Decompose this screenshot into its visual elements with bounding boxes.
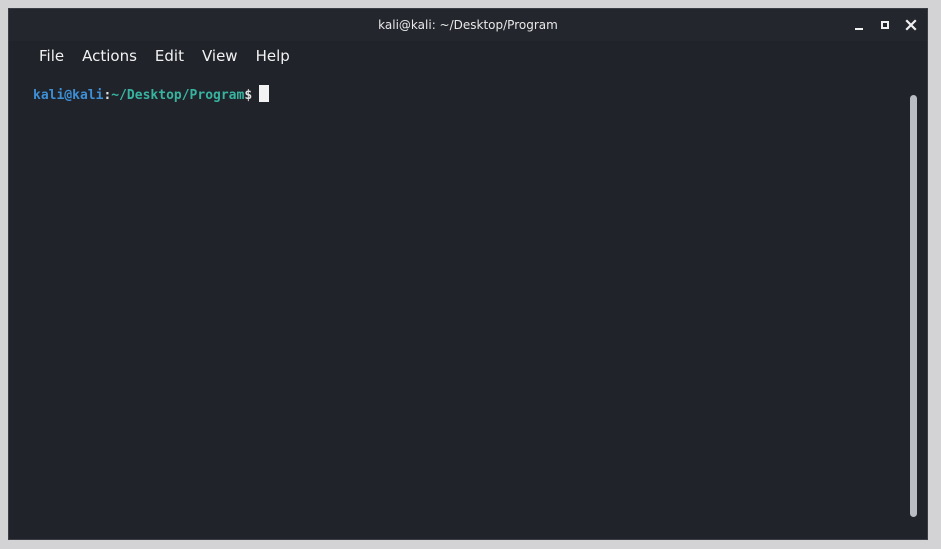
close-icon: [905, 19, 917, 31]
title-bar[interactable]: kali@kali: ~/Desktop/Program: [9, 9, 927, 41]
prompt-symbol: $: [244, 88, 253, 103]
text-cursor: [259, 85, 270, 102]
prompt-path: ~/Desktop/Program: [111, 88, 245, 103]
scrollbar-thumb[interactable]: [910, 95, 917, 517]
maximize-icon: [881, 21, 889, 29]
menu-file[interactable]: File: [31, 43, 73, 69]
prompt-user: kali@kali: [33, 88, 104, 103]
window-controls: [853, 9, 917, 41]
menu-bar: File Actions Edit View Help: [9, 41, 927, 71]
minimize-button[interactable]: [853, 19, 865, 31]
maximize-button[interactable]: [879, 19, 891, 31]
terminal-output[interactable]: kali@kali:~/Desktop/Program$: [9, 71, 905, 539]
minimize-icon: [855, 28, 863, 30]
prompt-line: kali@kali:~/Desktop/Program$: [33, 85, 905, 105]
window-title: kali@kali: ~/Desktop/Program: [378, 18, 558, 32]
menu-help[interactable]: Help: [247, 43, 299, 69]
close-button[interactable]: [905, 19, 917, 31]
menu-edit[interactable]: Edit: [146, 43, 193, 69]
menu-view[interactable]: View: [193, 43, 247, 69]
terminal-window: kali@kali: ~/Desktop/Program File Action…: [8, 8, 928, 540]
menu-actions[interactable]: Actions: [73, 43, 146, 69]
desktop-background: kali@kali: ~/Desktop/Program File Action…: [0, 0, 941, 549]
scrollbar-track[interactable]: [909, 79, 919, 529]
